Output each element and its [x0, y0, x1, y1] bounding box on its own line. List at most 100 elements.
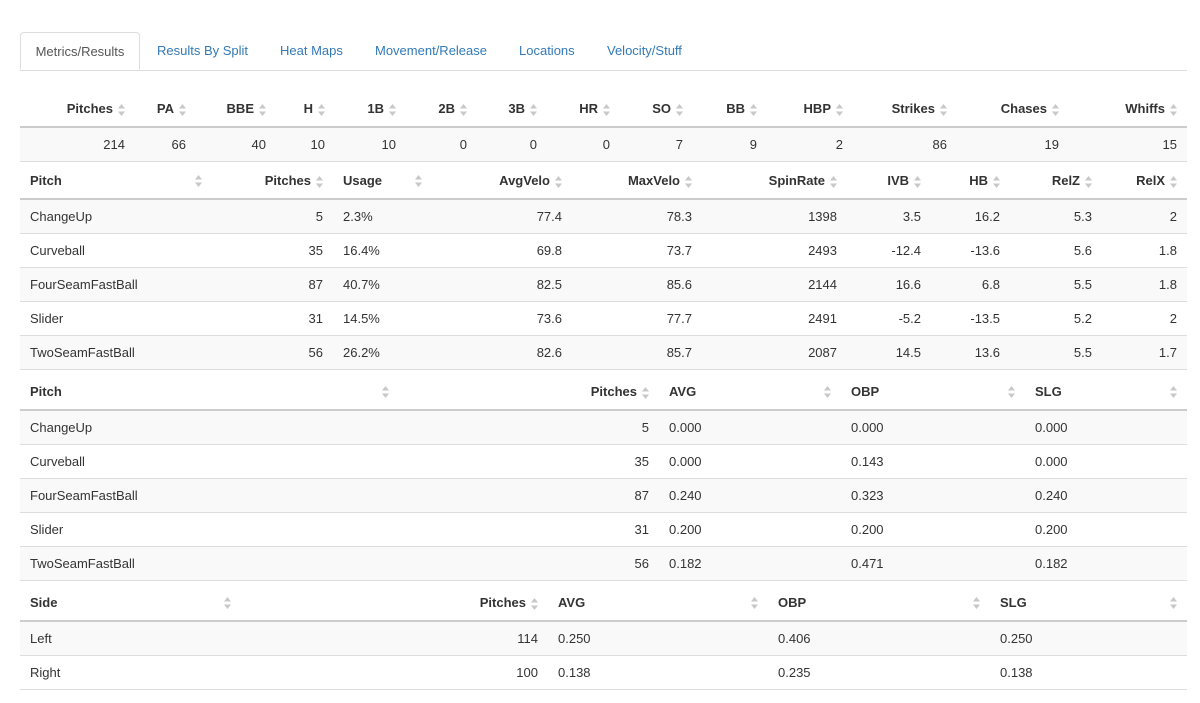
table-cell: 0.138 — [548, 655, 768, 690]
sort-arrows-icon[interactable] — [830, 175, 837, 188]
sort-arrows-icon[interactable] — [259, 103, 266, 116]
table-cell: 82.5 — [432, 267, 572, 302]
tab-velocity-stuff[interactable]: Velocity/Stuff — [607, 32, 682, 70]
sort-arrows-icon[interactable] — [940, 103, 947, 116]
sort-arrows-icon[interactable] — [1052, 103, 1059, 116]
column-header-3b[interactable]: 3B — [477, 91, 547, 128]
table-row: FourSeamFastBall 87 40.7% 82.5 85.6 2144 16.6 6… — [20, 267, 1187, 302]
column-header-avg[interactable]: AVG — [659, 374, 841, 411]
column-header-relz[interactable]: RelZ — [1010, 163, 1102, 200]
sort-arrows-icon[interactable] — [1170, 385, 1177, 398]
sort-arrows-icon[interactable] — [555, 175, 562, 188]
column-header-2b[interactable]: 2B — [406, 91, 477, 128]
table-cell: 26.2% — [333, 335, 432, 370]
tab-results-by-split[interactable]: Results By Split — [157, 32, 248, 70]
column-header-spinrate[interactable]: SpinRate — [702, 163, 847, 200]
column-header-hb[interactable]: HB — [931, 163, 1010, 200]
column-header-relx[interactable]: RelX — [1102, 163, 1187, 200]
column-header-hbp[interactable]: HBP — [767, 91, 853, 128]
column-header-maxvelo[interactable]: MaxVelo — [572, 163, 702, 200]
column-header-pitches[interactable]: Pitches — [399, 374, 659, 411]
column-header-ivb[interactable]: IVB — [847, 163, 931, 200]
sort-arrows-icon[interactable] — [603, 103, 610, 116]
column-header-slg[interactable]: SLG — [1025, 374, 1187, 411]
table-row: Curveball 35 0.000 0.143 0.000 — [20, 444, 1187, 479]
tab-heat-maps[interactable]: Heat Maps — [280, 32, 343, 70]
sort-arrows-icon[interactable] — [460, 103, 467, 116]
table-cell: 77.4 — [432, 199, 572, 234]
table-cell: 0.000 — [1025, 410, 1187, 445]
column-header-bb[interactable]: BB — [693, 91, 767, 128]
sort-arrows-icon[interactable] — [1170, 596, 1177, 609]
column-header-pitch[interactable]: Pitch — [20, 163, 212, 200]
sort-arrows-icon[interactable] — [179, 103, 186, 116]
column-header-avg[interactable]: AVG — [548, 585, 768, 622]
sort-arrows-icon[interactable] — [316, 175, 323, 188]
sort-arrows-icon[interactable] — [382, 385, 389, 398]
column-header-h[interactable]: H — [276, 91, 335, 128]
column-header-strikes[interactable]: Strikes — [853, 91, 957, 128]
column-header-label: Pitches — [479, 595, 526, 610]
sort-arrows-icon[interactable] — [224, 596, 231, 609]
pitch-metrics-header-row: Pitch Pitches Usage AvgVelo MaxVelo SpinRate I… — [20, 163, 1187, 200]
column-header-label: HR — [579, 101, 598, 116]
table-cell: 31 — [212, 301, 333, 336]
sort-arrows-icon[interactable] — [1170, 175, 1177, 188]
column-header-so[interactable]: SO — [620, 91, 693, 128]
column-header-hr[interactable]: HR — [547, 91, 620, 128]
sort-arrows-icon[interactable] — [676, 103, 683, 116]
column-header-pitches[interactable]: Pitches — [212, 163, 333, 200]
sort-arrows-icon[interactable] — [1008, 385, 1015, 398]
column-header-usage[interactable]: Usage — [333, 163, 432, 200]
sort-arrows-icon[interactable] — [824, 385, 831, 398]
sort-arrows-icon[interactable] — [642, 386, 649, 399]
sort-arrows-icon[interactable] — [685, 175, 692, 188]
column-header-slg[interactable]: SLG — [990, 585, 1187, 622]
table-cell: 85.6 — [572, 267, 702, 302]
column-header-label: Side — [30, 595, 58, 610]
table-cell: 0.250 — [548, 621, 768, 656]
column-header-pa[interactable]: PA — [135, 91, 196, 128]
sort-arrows-icon[interactable] — [389, 103, 396, 116]
sort-arrows-icon[interactable] — [118, 103, 125, 116]
sort-arrows-icon[interactable] — [1085, 175, 1092, 188]
table-cell: 0.471 — [841, 546, 1025, 581]
column-header-obp[interactable]: OBP — [841, 374, 1025, 411]
table-cell: 5.3 — [1010, 199, 1102, 234]
table-cell: 0.000 — [659, 410, 841, 445]
sort-arrows-icon[interactable] — [530, 103, 537, 116]
column-header-pitches[interactable]: Pitches — [241, 585, 548, 622]
column-header-label: Pitches — [264, 173, 311, 188]
table-cell: 0.406 — [768, 621, 990, 656]
sort-arrows-icon[interactable] — [751, 596, 758, 609]
table-cell: 0.200 — [841, 512, 1025, 547]
sort-arrows-icon[interactable] — [318, 103, 325, 116]
tab-metrics-results[interactable]: Metrics/Results — [20, 32, 140, 70]
sort-arrows-icon[interactable] — [531, 597, 538, 610]
column-header-label: 1B — [367, 101, 384, 116]
column-header-whiffs[interactable]: Whiffs — [1069, 91, 1187, 128]
column-header-obp[interactable]: OBP — [768, 585, 990, 622]
tab-movement-release[interactable]: Movement/Release — [375, 32, 487, 70]
table-cell: 40.7% — [333, 267, 432, 302]
column-header-bbe[interactable]: BBE — [196, 91, 276, 128]
column-header-avgvelo[interactable]: AvgVelo — [432, 163, 572, 200]
column-header-label: MaxVelo — [627, 173, 680, 188]
column-header-pitches[interactable]: Pitches — [20, 91, 135, 128]
sort-arrows-icon[interactable] — [1170, 103, 1177, 116]
sort-arrows-icon[interactable] — [836, 103, 843, 116]
tab-locations[interactable]: Locations — [519, 32, 575, 70]
sort-arrows-icon[interactable] — [973, 596, 980, 609]
sort-arrows-icon[interactable] — [750, 103, 757, 116]
column-header-chases[interactable]: Chases — [957, 91, 1069, 128]
sort-arrows-icon[interactable] — [195, 174, 202, 187]
table-cell: FourSeamFastBall — [20, 478, 399, 513]
sort-arrows-icon[interactable] — [914, 175, 921, 188]
table-cell: -5.2 — [847, 301, 931, 336]
column-header-label: IVB — [887, 173, 909, 188]
column-header-pitch[interactable]: Pitch — [20, 374, 399, 411]
column-header-1b[interactable]: 1B — [335, 91, 406, 128]
sort-arrows-icon[interactable] — [415, 174, 422, 187]
sort-arrows-icon[interactable] — [993, 175, 1000, 188]
column-header-side[interactable]: Side — [20, 585, 241, 622]
